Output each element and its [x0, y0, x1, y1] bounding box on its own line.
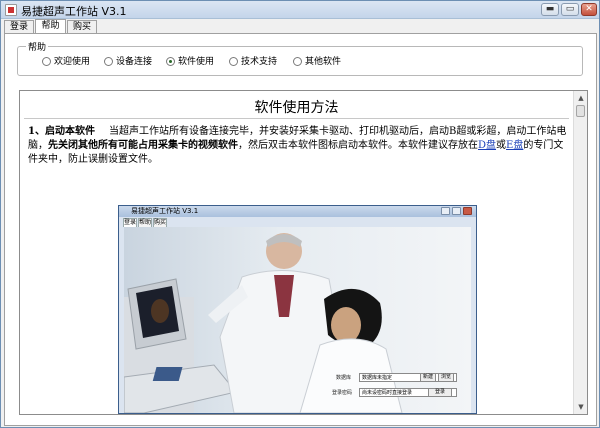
screenshot-tab: 帮助 — [138, 218, 152, 227]
radio-circle[interactable] — [42, 57, 51, 66]
scroll-up-arrow-icon[interactable]: ▲ — [575, 92, 587, 104]
radio-label[interactable]: 其他软件 — [305, 57, 341, 67]
maximize-button[interactable]: ▭ — [561, 3, 579, 16]
app-window: 易捷超声工作站 V3.1 ▬ ▭ ✕ 登录 帮助 购买 帮助 欢迎使用 设备连接… — [0, 0, 600, 428]
link-d-drive[interactable]: D盘 — [478, 140, 496, 151]
screenshot-close-icon — [463, 207, 472, 215]
radio-label[interactable]: 技术支持 — [241, 57, 277, 67]
help-document: 软件使用方法 1、启动本软件 当超声工作站所有设备连接完毕，并安装好采集卡驱动、打… — [20, 91, 573, 414]
radio-circle[interactable] — [293, 57, 302, 66]
window-title: 易捷超声工作站 V3.1 — [21, 5, 127, 18]
embedded-app-screenshot: 易捷超声工作站 V3.1 登录 帮助 购买 数据库 数据库未指定 新建 浏览 登… — [118, 205, 477, 414]
screenshot-new-button: 新建 — [420, 373, 436, 382]
title-divider — [24, 118, 569, 119]
document-title: 软件使用方法 — [254, 100, 339, 116]
app-icon — [5, 4, 17, 16]
paragraph-text: 或 — [496, 140, 507, 151]
radio-label[interactable]: 软件使用 — [178, 57, 214, 67]
screenshot-browse-button: 浏览 — [438, 373, 454, 382]
screenshot-password-label: 登录密码 — [332, 390, 353, 396]
screenshot-minimize-icon — [441, 207, 450, 215]
scrollbar-thumb[interactable] — [576, 105, 585, 117]
document-paragraph: 1、启动本软件 当超声工作站所有设备连接完毕，并安装好采集卡驱动、打印机驱动后，启… — [28, 125, 568, 167]
vertical-scrollbar[interactable]: ▲ ▼ — [573, 91, 587, 414]
radio-circle[interactable] — [166, 57, 175, 66]
section-heading: 1、启动本软件 — [28, 126, 95, 137]
close-button[interactable]: ✕ — [581, 3, 597, 16]
help-document-frame: 软件使用方法 1、启动本软件 当超声工作站所有设备连接完毕，并安装好采集卡驱动、打… — [19, 90, 588, 415]
help-group: 帮助 欢迎使用 设备连接 软件使用 技术支持 其他软件 — [17, 40, 583, 76]
help-group-label: 帮助 — [26, 40, 49, 53]
screenshot-maximize-icon — [452, 207, 461, 215]
paragraph-text: ，然后双击本软件图标启动本软件。本软件建议存放在 — [238, 140, 478, 151]
photo-illustration — [124, 233, 403, 413]
ultrasound-scan-image — [151, 299, 169, 323]
screenshot-title-bar: 易捷超声工作站 V3.1 — [119, 206, 476, 217]
radio-circle[interactable] — [104, 57, 113, 66]
radio-label[interactable]: 欢迎使用 — [54, 57, 90, 67]
screenshot-login-button: 登录 — [428, 388, 452, 397]
female-doctor-face — [331, 307, 361, 343]
screenshot-db-label: 数据库 — [336, 375, 352, 381]
link-e-drive[interactable]: E盘 — [506, 140, 523, 151]
minimize-button[interactable]: ▬ — [541, 3, 559, 16]
title-bar: 易捷超声工作站 V3.1 ▬ ▭ ✕ — [1, 1, 599, 19]
screenshot-title: 易捷超声工作站 V3.1 — [131, 207, 199, 215]
screenshot-tab: 登录 — [123, 218, 137, 227]
paragraph-bold-text: 先关闭其他所有可能占用采集卡的视频软件 — [48, 140, 238, 151]
tab-login[interactable]: 登录 — [4, 20, 34, 34]
screenshot-tab: 购买 — [153, 218, 167, 227]
doctors-ultrasound-photo: 数据库 数据库未指定 新建 浏览 登录密码 尚未设密码时直接登录 登录 — [124, 227, 471, 413]
radio-label[interactable]: 设备连接 — [116, 57, 152, 67]
tab-purchase[interactable]: 购买 — [67, 20, 97, 34]
help-panel: 帮助 欢迎使用 设备连接 软件使用 技术支持 其他软件 软件使用方法 1、启动本… — [4, 33, 597, 426]
scroll-down-arrow-icon[interactable]: ▼ — [575, 401, 587, 413]
control-panel-display — [152, 367, 183, 381]
radio-circle[interactable] — [229, 57, 238, 66]
